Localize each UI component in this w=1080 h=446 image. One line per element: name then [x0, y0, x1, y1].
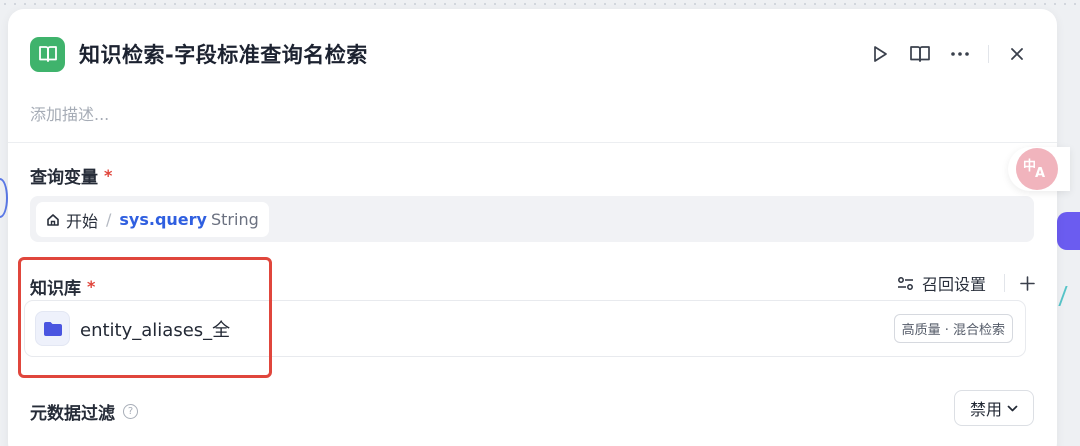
- translate-widget[interactable]: 中 A: [1008, 147, 1070, 191]
- play-icon: [874, 46, 887, 62]
- description-input[interactable]: 添加描述...: [30, 101, 109, 125]
- close-button[interactable]: [997, 38, 1037, 70]
- required-mark: *: [104, 166, 113, 185]
- chevron-down-icon: [1007, 405, 1018, 411]
- side-panel-tab-secondary: [1058, 286, 1080, 306]
- variable-type: String: [210, 210, 259, 229]
- metadata-filter-value: 禁用: [969, 400, 1002, 419]
- query-variable-label: 查询变量 *: [30, 163, 112, 188]
- home-icon: [47, 213, 59, 226]
- canvas-connector-node: [0, 178, 8, 218]
- add-knowledge-button[interactable]: [1017, 273, 1037, 293]
- metadata-filter-select[interactable]: 禁用: [954, 390, 1034, 426]
- folder-icon: [35, 311, 70, 346]
- metadata-filter-label: 元数据过滤 ?: [30, 399, 138, 424]
- node-config-panel: 知识检索-字段标准查询名检索 添加描述... 查询变量 * 开始 / sys.q…: [8, 9, 1057, 446]
- panel-header: 知识检索-字段标准查询名检索: [30, 34, 1037, 74]
- translate-glyph-en: A: [1035, 166, 1046, 181]
- variable-separator: /: [106, 210, 112, 229]
- sliders-icon: [897, 276, 913, 290]
- more-icon: [951, 52, 969, 56]
- more-button[interactable]: [940, 38, 980, 70]
- run-button[interactable]: [860, 38, 900, 70]
- knowledge-base-item[interactable]: entity_aliases_全 高质量 · 混合检索: [24, 300, 1026, 357]
- knowledge-base-label: 知识库 *: [30, 274, 95, 299]
- required-mark: *: [87, 277, 96, 296]
- retrieval-mode-badge: 高质量 · 混合检索: [893, 314, 1013, 343]
- variable-chip[interactable]: 开始 / sys.query String: [36, 202, 269, 237]
- node-title[interactable]: 知识检索-字段标准查询名检索: [79, 39, 368, 69]
- close-icon: [1011, 48, 1023, 60]
- translate-icon: 中 A: [1016, 148, 1058, 190]
- recall-settings-label: 召回设置: [921, 275, 986, 294]
- knowledge-base-label-text: 知识库: [30, 279, 81, 299]
- header-actions: [860, 38, 1037, 70]
- header-divider: [988, 45, 989, 63]
- header-divider-line: [8, 142, 1057, 143]
- variable-source-node: 开始: [66, 211, 99, 231]
- plus-icon: [1019, 275, 1035, 291]
- question-icon[interactable]: ?: [123, 404, 138, 419]
- actions-divider: [1004, 274, 1005, 292]
- query-variable-label-text: 查询变量: [30, 168, 98, 188]
- recall-settings-button[interactable]: 召回设置: [897, 271, 986, 295]
- canvas-dots: [0, 0, 1080, 8]
- metadata-filter-label-text: 元数据过滤: [30, 404, 115, 424]
- knowledge-base-actions: 召回设置: [897, 271, 1037, 295]
- variable-name: sys.query: [119, 210, 207, 229]
- knowledge-node-icon: [30, 36, 65, 72]
- docs-button[interactable]: [900, 38, 940, 70]
- side-panel-tab[interactable]: [1057, 212, 1080, 250]
- query-variable-selector[interactable]: 开始 / sys.query String: [30, 196, 1034, 242]
- book-open-icon: [910, 46, 930, 62]
- knowledge-base-name: entity_aliases_全: [80, 319, 231, 341]
